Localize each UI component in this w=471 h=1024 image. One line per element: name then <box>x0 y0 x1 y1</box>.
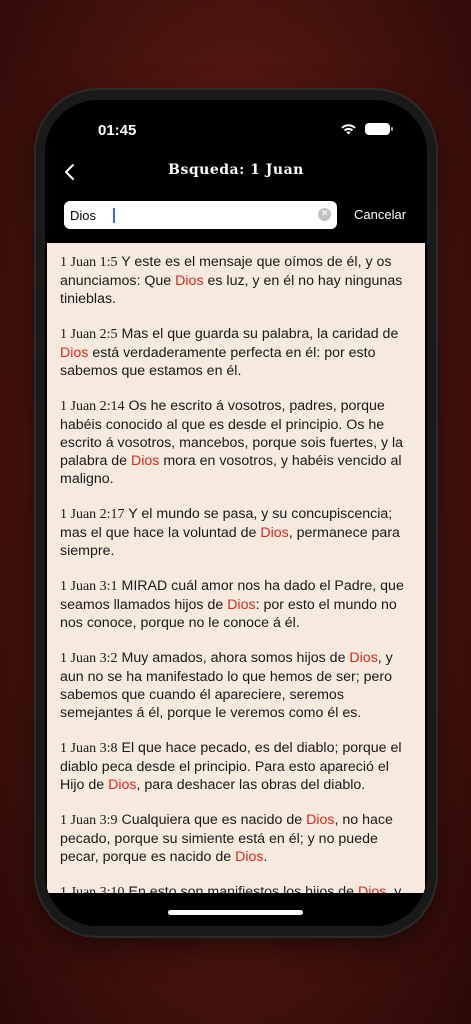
result-verse[interactable]: 1 Juan 3:1 MIRAD cuál amor nos ha dado e… <box>60 577 411 632</box>
highlighted-match: Dios <box>235 849 264 865</box>
highlighted-match: Dios <box>175 273 204 289</box>
verse-reference: 1 Juan 3:10 <box>60 885 125 893</box>
result-verse[interactable]: 1 Juan 3:10 En esto son manifiestos los … <box>60 883 411 893</box>
result-verse[interactable]: 1 Juan 2:17 Y el mundo se pasa, y su con… <box>60 505 411 560</box>
wifi-icon <box>341 124 356 135</box>
highlighted-match: Dios <box>108 777 137 793</box>
home-indicator[interactable] <box>168 910 303 915</box>
verse-text: , para deshacer las obras del diablo. <box>136 777 366 793</box>
highlighted-match: Dios <box>349 650 378 666</box>
search-field[interactable]: ✕ <box>64 201 337 229</box>
highlighted-match: Dios <box>260 525 289 541</box>
result-verse[interactable]: 1 Juan 3:2 Muy amados, ahora somos hijos… <box>60 649 411 722</box>
page-title: Bsqueda: 1 Juan <box>168 162 304 178</box>
highlighted-match: Dios <box>60 345 89 361</box>
navigation-bar: Bsqueda: 1 Juan <box>45 155 427 195</box>
results-list[interactable]: 1 Juan 1:5 Y este es el mensaje que oímo… <box>47 243 425 893</box>
clear-icon[interactable]: ✕ <box>318 208 331 221</box>
result-verse[interactable]: 1 Juan 3:9 Cualquiera que es nacido de D… <box>60 811 411 866</box>
search-input[interactable] <box>70 201 310 229</box>
verse-reference: 1 Juan 2:5 <box>60 327 118 342</box>
verse-reference: 1 Juan 3:9 <box>60 813 118 828</box>
power-button <box>436 340 439 425</box>
verse-text: Muy amados, ahora somos hijos de <box>117 650 350 666</box>
cancel-button[interactable]: Cancelar <box>354 207 406 222</box>
verse-text: En esto son manifiestos los hijos de <box>124 884 358 893</box>
highlighted-match: Dios <box>131 453 160 469</box>
result-verse[interactable]: 1 Juan 1:5 Y este es el mensaje que oímo… <box>60 253 411 308</box>
verse-text: . <box>263 849 268 865</box>
verse-reference: 1 Juan 3:1 <box>60 579 118 594</box>
highlighted-match: Dios <box>227 597 256 613</box>
result-verse[interactable]: 1 Juan 3:8 El que hace pecado, es del di… <box>60 739 411 794</box>
verse-reference: 1 Juan 3:8 <box>60 741 118 756</box>
status-icons <box>340 123 393 135</box>
text-cursor <box>113 208 115 223</box>
verse-reference: 1 Juan 2:14 <box>60 399 125 414</box>
verse-reference: 1 Juan 2:17 <box>60 507 125 522</box>
home-bar-area <box>45 893 427 926</box>
search-bar: ✕ Cancelar <box>64 201 409 231</box>
verse-reference: 1 Juan 1:5 <box>60 255 118 270</box>
verse-text: Cualquiera que es nacido de <box>117 812 307 828</box>
verse-text: está verdaderamente perfecta en él: por … <box>60 345 376 379</box>
result-verse[interactable]: 1 Juan 2:5 Mas el que guarda su palabra,… <box>60 325 411 380</box>
status-time: 01:45 <box>98 122 137 139</box>
verse-text: Mas el que guarda su palabra, la caridad… <box>117 326 399 342</box>
battery-icon <box>365 123 393 135</box>
highlighted-match: Dios <box>306 812 335 828</box>
verse-reference: 1 Juan 3:2 <box>60 651 118 666</box>
screen: 01:45 Bsqueda: 1 Juan ✕ Cancelar 1 Juan … <box>45 100 427 926</box>
result-verse[interactable]: 1 Juan 2:14 Os he escrito á vosotros, pa… <box>60 397 411 488</box>
highlighted-match: Dios <box>358 884 387 893</box>
